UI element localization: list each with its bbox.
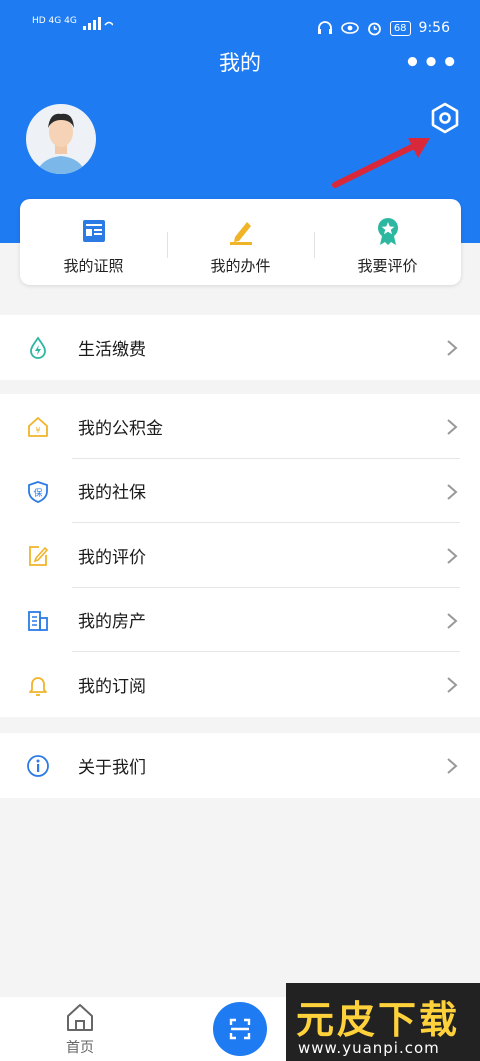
avatar[interactable] [26,104,96,174]
scan-icon [229,1018,251,1040]
watermark-logo: 元皮下载 www.yuanpi.com [286,983,480,1061]
home-icon [67,1004,93,1031]
menu-item-label: 我的评价 [78,547,146,568]
status-right: 68 9:56 [317,20,450,36]
shield-bao-icon: 保 [28,480,48,503]
menu-item-my-property[interactable]: 我的房产 [0,588,480,652]
menu-item-my-reviews[interactable]: 我的评价 [0,523,480,588]
battery-level: 68 [389,20,411,36]
award-icon [377,218,398,245]
eye-icon [341,22,359,34]
menu-group-about: 关于我们 [0,733,480,798]
info-icon [27,755,49,777]
chevron-right-icon [447,340,458,356]
chevron-right-icon [447,612,458,629]
svg-text:保: 保 [33,487,42,499]
clock-time: 9:56 [418,20,450,36]
menu-item-label: 关于我们 [78,757,146,778]
menu-item-about-us[interactable]: 关于我们 [0,733,480,798]
quick-actions-card: 我的证照 我的办件 我要评价 [20,199,461,285]
watermark-url: www.yuanpi.com [298,1039,440,1057]
id-card-icon [82,220,105,242]
chevron-right-icon [447,419,458,435]
tab-home-label: 首页 [66,1040,94,1056]
menu-item-label: 我的房产 [78,612,146,633]
edit-square-icon [29,546,49,566]
bell-icon [29,677,47,696]
quick-action-label: 我的办件 [210,257,271,275]
menu-group-personal: ¥ 我的公积金 保 我的社保 我的评价 我的房产 我的订阅 [0,394,480,717]
svg-text:¥: ¥ [35,426,40,435]
pencil-icon [229,222,252,245]
chevron-right-icon [447,548,458,564]
network-status: HD 4G 4G [32,16,77,26]
menu-item-social-security[interactable]: 保 我的社保 [0,459,480,523]
status-bar: HD 4G 4G 68 9:56 [0,0,480,50]
chevron-right-icon [447,483,458,500]
headphone-icon [317,21,332,34]
water-drop-icon [30,336,46,359]
menu-group-payments: 生活缴费 [0,315,480,380]
signal-indicators: HD 4G 4G [32,16,113,30]
menu-item-label: 我的订阅 [78,676,146,697]
signal-icon [82,17,113,30]
alarm-icon [367,22,381,35]
more-options-button[interactable]: ••• [404,48,460,78]
quick-action-cases[interactable]: 我的办件 [167,199,314,285]
quick-action-label: 我要评价 [357,257,418,275]
menu-item-my-subscriptions[interactable]: 我的订阅 [0,652,480,717]
menu-item-label: 生活缴费 [78,339,146,360]
chevron-right-icon [447,758,458,774]
annotation-arrow-icon [332,138,430,188]
scan-button[interactable] [213,1002,267,1056]
chevron-right-icon [447,677,458,693]
building-icon [28,610,48,631]
quick-action-label: 我的证照 [63,257,124,275]
quick-action-review[interactable]: 我要评价 [314,199,461,285]
tab-home[interactable]: 首页 [58,1002,102,1057]
quick-action-certificates[interactable]: 我的证照 [20,199,167,285]
house-yuan-icon: ¥ [28,417,48,437]
menu-item-label: 我的公积金 [78,418,163,439]
menu-item-housing-fund[interactable]: ¥ 我的公积金 [0,394,480,459]
user-avatar-icon [36,113,86,174]
watermark-brand: 元皮下载 [296,997,461,1042]
menu-item-utility-payment[interactable]: 生活缴费 [0,315,480,380]
menu-item-label: 我的社保 [78,483,146,504]
